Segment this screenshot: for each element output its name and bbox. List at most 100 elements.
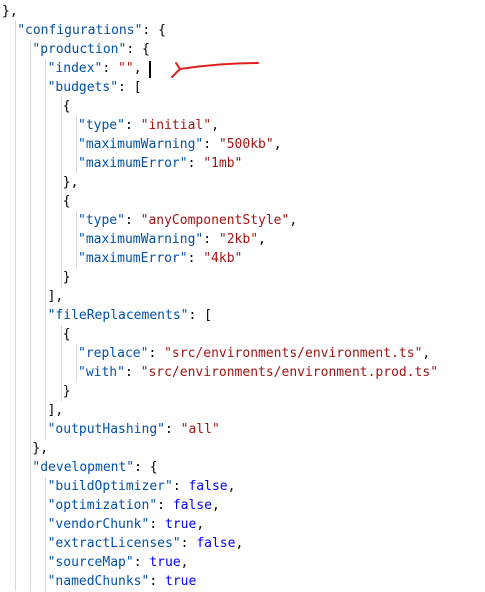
indent-guide <box>30 154 32 173</box>
indent-guide <box>15 515 16 534</box>
code-line[interactable]: "production": { <box>0 40 485 59</box>
code-line[interactable]: "configurations": { <box>0 21 485 40</box>
indent-guide <box>45 420 47 439</box>
code-editor[interactable]: }, "configurations": { "production": { "ind… <box>0 0 485 592</box>
indent-guide <box>30 553 32 572</box>
code-text: "production": { <box>32 42 150 57</box>
indent-guide <box>15 534 16 553</box>
code-line[interactable]: "maximumError": "4kb" <box>0 249 485 268</box>
indent-guide <box>30 59 32 78</box>
indent-guide <box>15 553 16 572</box>
indent-guide <box>30 458 32 477</box>
code-text: "fileReplacements": [ <box>47 308 212 323</box>
indent-guide <box>45 382 47 401</box>
code-text: "optimization": false, <box>47 498 220 513</box>
indent-guide <box>30 420 32 439</box>
indent-guide <box>15 572 16 591</box>
indent-guide <box>60 344 62 363</box>
indent-guide <box>15 344 16 363</box>
indent-guide <box>60 211 62 230</box>
indent-guide <box>30 572 32 591</box>
indent-guide <box>45 97 47 116</box>
code-line[interactable]: "maximumError": "1mb" <box>0 154 485 173</box>
indent-guide <box>15 401 16 420</box>
indent-guide <box>30 116 32 135</box>
code-text: "vendorChunk": true, <box>47 517 205 532</box>
code-line[interactable]: }, <box>0 439 485 458</box>
code-line[interactable]: "namedChunks": true <box>0 572 485 591</box>
indent-guide <box>30 40 32 59</box>
indent-guide <box>15 59 16 78</box>
code-text: "type": "anyComponentStyle", <box>78 213 298 228</box>
code-line[interactable]: "replace": "src/environments/environment… <box>0 344 485 363</box>
indent-guide <box>45 287 47 306</box>
indent-guide <box>15 192 16 211</box>
indent-guide <box>45 325 47 344</box>
code-line[interactable]: "type": "anyComponentStyle", <box>0 211 485 230</box>
code-line[interactable]: } <box>0 382 485 401</box>
indent-guide <box>60 230 62 249</box>
code-line[interactable]: ], <box>0 401 485 420</box>
indent-guide <box>30 249 32 268</box>
indent-guide <box>15 40 16 59</box>
indent-guide <box>15 211 16 230</box>
code-text: "maximumWarning": "2kb", <box>78 232 266 247</box>
code-text: }, <box>2 4 18 19</box>
code-line[interactable]: "extractLicenses": false, <box>0 534 485 553</box>
indent-guide <box>45 230 47 249</box>
indent-guide <box>30 382 32 401</box>
code-line[interactable]: "development": { <box>0 458 485 477</box>
indent-guide <box>30 534 32 553</box>
code-line[interactable]: "index": "", <box>0 59 485 78</box>
code-line[interactable]: "maximumWarning": "500kb", <box>0 135 485 154</box>
code-text: { <box>62 194 71 209</box>
code-text: "namedChunks": true <box>47 574 197 589</box>
code-line[interactable]: }, <box>0 2 485 21</box>
indent-guide <box>45 59 47 78</box>
indent-guide <box>75 230 77 249</box>
indent-guide <box>30 268 32 287</box>
code-line[interactable]: "sourceMap": true, <box>0 553 485 572</box>
code-line[interactable]: "outputHashing": "all" <box>0 420 485 439</box>
indent-guide <box>30 230 32 249</box>
code-text: { <box>62 327 71 342</box>
code-line[interactable]: "fileReplacements": [ <box>0 306 485 325</box>
code-text: "extractLicenses": false, <box>47 536 244 551</box>
code-line[interactable]: "vendorChunk": true, <box>0 515 485 534</box>
code-line[interactable]: "optimization": false, <box>0 496 485 515</box>
code-line[interactable]: { <box>0 97 485 116</box>
indent-guide <box>60 135 62 154</box>
indent-guide <box>30 496 32 515</box>
indent-guide <box>15 477 16 496</box>
indent-guide <box>45 211 47 230</box>
indent-guide <box>30 325 32 344</box>
code-line[interactable]: "with": "src/environments/environment.pr… <box>0 363 485 382</box>
code-line[interactable]: { <box>0 325 485 344</box>
code-line[interactable]: } <box>0 268 485 287</box>
indent-guide <box>75 154 77 173</box>
code-text: ], <box>47 289 64 304</box>
code-text: "budgets": [ <box>47 80 142 95</box>
code-line[interactable]: "buildOptimizer": false, <box>0 477 485 496</box>
indent-guide <box>45 78 47 97</box>
code-line[interactable]: { <box>0 192 485 211</box>
indent-guide <box>30 439 32 458</box>
code-line[interactable]: }, <box>0 173 485 192</box>
indent-guide <box>60 97 62 116</box>
indent-guide <box>15 21 16 40</box>
indent-guide <box>15 439 16 458</box>
indent-guide <box>15 306 16 325</box>
indent-guide <box>60 382 62 401</box>
code-line[interactable]: "budgets": [ <box>0 78 485 97</box>
indent-guide <box>45 249 47 268</box>
code-text: "maximumError": "4kb" <box>78 251 243 266</box>
code-text: "maximumError": "1mb" <box>78 156 243 171</box>
code-line[interactable]: "type": "initial", <box>0 116 485 135</box>
indent-guide <box>75 211 77 230</box>
code-line[interactable]: "maximumWarning": "2kb", <box>0 230 485 249</box>
code-text: "development": { <box>32 460 158 475</box>
code-line[interactable]: ], <box>0 287 485 306</box>
code-text: "maximumWarning": "500kb", <box>78 137 282 152</box>
indent-guide <box>30 363 32 382</box>
indent-guide <box>15 363 16 382</box>
